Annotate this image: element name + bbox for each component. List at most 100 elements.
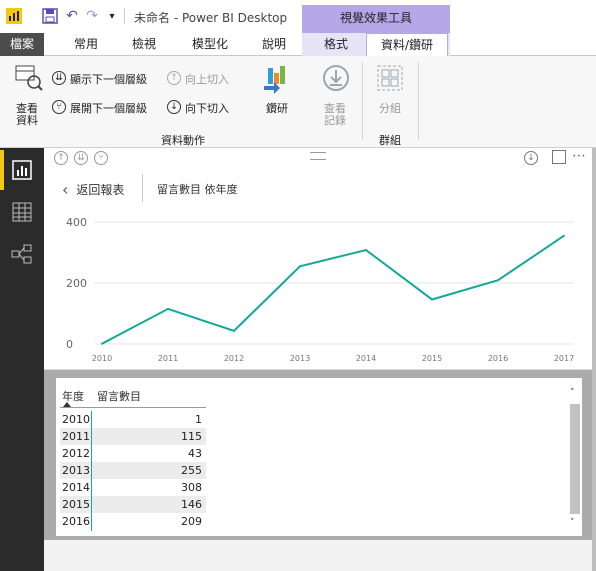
scroll-up-icon[interactable]: ˄ [570, 388, 575, 398]
see-data-icon[interactable] [14, 62, 44, 92]
data-point[interactable] [299, 265, 301, 268]
back-to-report-label: 返回報表 [76, 183, 125, 197]
save-icon[interactable] [42, 8, 58, 24]
drill-up-icon[interactable]: ↑ [167, 71, 181, 85]
nav-active-indicator [0, 150, 4, 190]
scrollbar-thumb[interactable] [570, 404, 580, 514]
drill-through-button[interactable]: 鑽研 [266, 100, 288, 116]
cell-count: 308 [181, 481, 202, 494]
show-next-level-icon[interactable]: ⇊ [52, 71, 66, 85]
drill-down-button[interactable]: 向下切入 [185, 100, 229, 116]
x-tick-label: 2011 [158, 354, 178, 363]
header-divider [142, 174, 143, 202]
see-records-label-2[interactable]: 記錄 [324, 112, 346, 128]
tab-format[interactable]: 格式 [314, 33, 358, 56]
table-row: 2013 255 [60, 462, 206, 479]
table-row: 2010 1 [60, 411, 206, 428]
nav-relationships-view[interactable] [0, 234, 44, 274]
x-tick-label: 2010 [92, 354, 112, 363]
data-point[interactable] [431, 298, 433, 301]
table-row: 2015 146 [60, 496, 206, 513]
tab-help[interactable]: 說明 [254, 33, 294, 56]
expand-next-level-icon[interactable]: ⑂ [52, 100, 66, 114]
x-tick-label: 2017 [554, 354, 574, 363]
y-tick-label: 200 [66, 277, 87, 290]
cell-year: 2013 [62, 464, 90, 477]
left-nav [0, 148, 44, 571]
data-point[interactable] [101, 342, 103, 345]
groups-group-label: 群組 [379, 134, 401, 147]
data-point[interactable] [563, 234, 565, 237]
cell-year: 2014 [62, 481, 90, 494]
power-bi-logo-icon [6, 8, 22, 24]
ribbon: 查看 資料 ⇊ 顯示下一個層級 ⑂ 展開下一個層級 ↑ 向上切入 ↓ 向下切入 … [0, 56, 596, 148]
show-next-level-icon[interactable]: ⇊ [74, 151, 88, 165]
more-options-icon[interactable]: ⋯ [572, 148, 586, 164]
cell-count: 115 [181, 430, 202, 443]
drill-mode-icon[interactable]: ↓ [524, 151, 538, 165]
x-tick-label: 2013 [290, 354, 310, 363]
relationships-view-icon [11, 244, 32, 264]
drag-handle-icon[interactable] [310, 152, 326, 160]
data-view-icon [12, 202, 32, 222]
tab-modeling[interactable]: 模型化 [182, 33, 238, 56]
redo-icon[interactable]: ↷ [84, 8, 100, 24]
drill-through-icon[interactable] [262, 64, 290, 94]
table-row: 2012 43 [60, 445, 206, 462]
table-row: 2016 209 [60, 513, 206, 530]
cell-count: 209 [181, 515, 202, 528]
expand-next-level-button[interactable]: 展開下一個層級 [70, 100, 147, 116]
cell-count: 1 [195, 413, 202, 426]
x-tick-label: 2016 [488, 354, 508, 363]
line-chart: 0 200 400 2010 2011 2012 2013 2014 2015 2016 2017 [66, 216, 574, 363]
chevron-left-icon: ‹ [62, 180, 69, 199]
nav-report-view[interactable] [0, 150, 44, 190]
customize-toolbar-icon[interactable]: ▾ [104, 8, 120, 24]
x-tick-label: 2012 [224, 354, 244, 363]
cell-year: 2016 [62, 515, 90, 528]
canvas-right-edge [592, 148, 596, 571]
cell-year: 2012 [62, 447, 90, 460]
expand-next-level-icon[interactable]: ⑂ [94, 151, 108, 165]
data-point[interactable] [233, 329, 235, 332]
report-canvas: ↑ ⇊ ⑂ ↓ ⋯ ‹ 返回報表 留言數目 依年度 0 200 400 2010 201… [44, 148, 596, 571]
header-underline [60, 407, 206, 408]
data-point[interactable] [167, 307, 169, 310]
line-chart-visual[interactable]: ↑ ⇊ ⑂ ↓ ⋯ ‹ 返回報表 留言數目 依年度 0 200 400 2010 201… [44, 148, 596, 370]
see-records-icon[interactable] [322, 64, 350, 92]
series-line[interactable] [101, 234, 565, 345]
title-separator [124, 8, 125, 24]
x-tick-label: 2015 [422, 354, 442, 363]
tab-home[interactable]: 常用 [64, 33, 108, 56]
column-header-count[interactable]: 留言數目 [97, 388, 141, 404]
drill-down-icon[interactable]: ↓ [167, 100, 181, 114]
tab-data-drill[interactable]: 資料/鑽研 [366, 33, 448, 57]
see-data-label-2[interactable]: 資料 [16, 112, 38, 128]
vertical-scrollbar[interactable]: ˄ ˅ [570, 388, 580, 528]
nav-data-view[interactable] [0, 192, 44, 232]
cell-year: 2010 [62, 413, 90, 426]
scroll-down-icon[interactable]: ˅ [570, 518, 575, 528]
group-button[interactable]: 分組 [379, 100, 401, 116]
undo-icon[interactable]: ↶ [64, 8, 80, 24]
group-icon[interactable] [376, 64, 404, 92]
tab-file[interactable]: 檔案 [0, 33, 44, 56]
data-point[interactable] [497, 279, 499, 282]
data-actions-group-label: 資料動作 [161, 134, 205, 147]
show-next-level-button[interactable]: 顯示下一個層級 [70, 71, 147, 87]
canvas-footer [44, 540, 596, 571]
drill-up-button[interactable]: 向上切入 [185, 71, 229, 87]
visual-tools-group-label: 視覺效果工具 [302, 5, 450, 33]
tab-view[interactable]: 檢視 [122, 33, 166, 56]
x-tick-label: 2014 [356, 354, 376, 363]
cell-year: 2011 [62, 430, 90, 443]
back-to-report-link[interactable]: ‹ 返回報表 [62, 180, 124, 199]
cell-count: 255 [181, 464, 202, 477]
ribbon-separator [362, 62, 363, 140]
y-tick-label: 0 [66, 338, 73, 351]
table-row: 2011 115 [60, 428, 206, 445]
focus-mode-icon[interactable] [552, 150, 566, 164]
column-divider [91, 411, 92, 531]
drill-up-icon[interactable]: ↑ [54, 151, 68, 165]
data-point[interactable] [365, 249, 367, 252]
